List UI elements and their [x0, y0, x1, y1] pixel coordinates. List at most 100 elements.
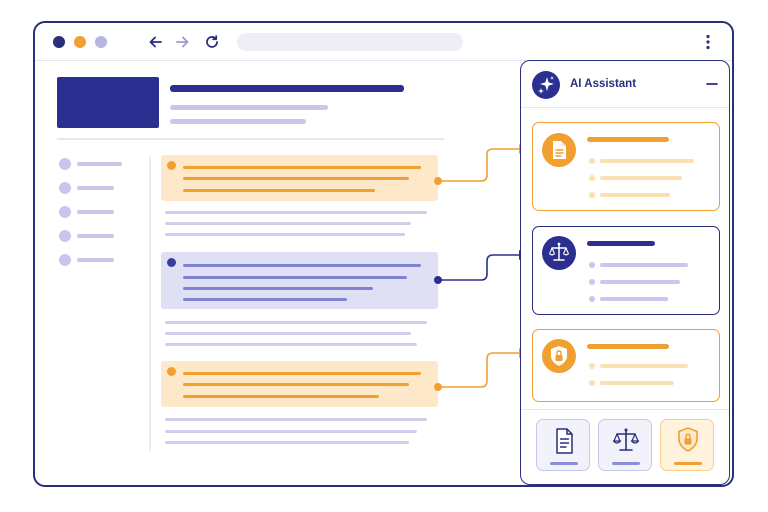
bullet: [589, 158, 595, 164]
document-icon: [556, 428, 573, 454]
text-line: [600, 280, 680, 284]
bullet: [589, 175, 595, 181]
highlight-marker: [167, 258, 176, 267]
text-line: [183, 372, 421, 375]
suggestion-card-document[interactable]: [532, 122, 720, 211]
minus-icon[interactable]: [705, 77, 719, 91]
connector-anchor: [434, 177, 442, 185]
scales-icon: [542, 236, 576, 270]
suggestion-heading-line: [587, 344, 669, 349]
text-line: [165, 332, 411, 335]
text-line: [600, 263, 688, 267]
text-line: [183, 177, 409, 180]
sidebar-item[interactable]: [59, 254, 129, 266]
connector-anchor: [434, 383, 442, 391]
text-line: [165, 418, 427, 421]
highlighted-clause-security[interactable]: [161, 361, 442, 407]
sidebar-bullet: [59, 206, 71, 218]
address-bar[interactable]: [237, 33, 463, 51]
sidebar-bullet: [59, 182, 71, 194]
suggestion-card-legal[interactable]: [532, 226, 720, 315]
sidebar-item[interactable]: [59, 206, 129, 218]
text-line: [183, 287, 373, 290]
hero-image: [57, 77, 159, 128]
suggestion-card-security[interactable]: [532, 329, 720, 402]
bullet: [589, 262, 595, 268]
reload-icon[interactable]: [203, 33, 221, 51]
text-line: [165, 321, 427, 324]
button-underline: [550, 462, 578, 465]
sidebar-item[interactable]: [59, 182, 129, 194]
subtitle-line: [170, 119, 306, 124]
text-line: [165, 233, 405, 236]
suggestion-heading-line: [587, 137, 669, 142]
arrow-left-icon[interactable]: [147, 33, 165, 51]
text-line: [600, 176, 682, 180]
panel-footer-divider: [521, 409, 729, 410]
security-action-button[interactable]: [660, 419, 714, 471]
document-action-button[interactable]: [536, 419, 590, 471]
browser-toolbar: [35, 23, 732, 61]
sidebar-label-line: [77, 210, 114, 214]
text-line: [183, 264, 421, 267]
text-line: [183, 276, 407, 279]
sidebar-bullet: [59, 230, 71, 242]
browser-window: AI Assistant: [33, 21, 734, 487]
assistant-header: AI Assistant: [521, 61, 729, 108]
shield-lock-icon: [542, 339, 576, 373]
arrow-right-icon[interactable]: [173, 33, 191, 51]
sidebar-item[interactable]: [59, 158, 129, 170]
sidebar-bullet: [59, 158, 71, 170]
text-line: [600, 193, 670, 197]
text-line: [183, 298, 347, 301]
text-line: [600, 364, 688, 368]
subtitle-line: [170, 105, 328, 110]
sidebar-label-line: [77, 186, 114, 190]
text-line: [600, 297, 668, 301]
sparkle-icon: [532, 71, 560, 99]
highlighted-clause-legal[interactable]: [161, 252, 442, 309]
sidebar-label-line: [77, 258, 114, 262]
connector-security: [438, 352, 523, 388]
text-line: [183, 395, 379, 398]
bullet: [589, 296, 595, 302]
text-line: [183, 383, 409, 386]
text-line: [600, 159, 694, 163]
text-line: [165, 343, 417, 346]
highlighted-clause-document[interactable]: [161, 155, 442, 201]
connector-anchor: [434, 276, 442, 284]
sidebar-divider: [149, 156, 151, 451]
text-line: [183, 166, 421, 169]
text-line: [165, 222, 411, 225]
ai-assistant-panel: AI Assistant: [520, 60, 730, 485]
sidebar-label-line: [77, 234, 114, 238]
scales-icon: [612, 428, 640, 451]
assistant-title: AI Assistant: [570, 78, 637, 90]
bullet: [589, 380, 595, 386]
kebab-menu-icon[interactable]: [703, 33, 713, 51]
text-line: [600, 381, 674, 385]
suggestion-heading-line: [587, 241, 655, 246]
highlight-marker: [167, 367, 176, 376]
window-minimize-dot[interactable]: [74, 36, 86, 48]
header-divider: [57, 138, 444, 140]
text-line: [165, 441, 409, 444]
button-underline: [612, 462, 640, 465]
legal-action-button[interactable]: [598, 419, 652, 471]
highlight-marker: [167, 161, 176, 170]
button-underline: [674, 462, 702, 465]
text-line: [165, 211, 427, 214]
connector-legal: [438, 254, 523, 281]
sidebar-bullet: [59, 254, 71, 266]
page-title-placeholder: [170, 85, 404, 92]
window-maximize-dot[interactable]: [95, 36, 107, 48]
document-icon: [542, 133, 576, 167]
sidebar-item[interactable]: [59, 230, 129, 242]
bullet: [589, 192, 595, 198]
bullet: [589, 363, 595, 369]
text-line: [183, 189, 375, 192]
sidebar-label-line: [77, 162, 122, 166]
text-line: [165, 430, 417, 433]
shield-lock-icon: [678, 427, 698, 452]
window-close-dot[interactable]: [53, 36, 65, 48]
